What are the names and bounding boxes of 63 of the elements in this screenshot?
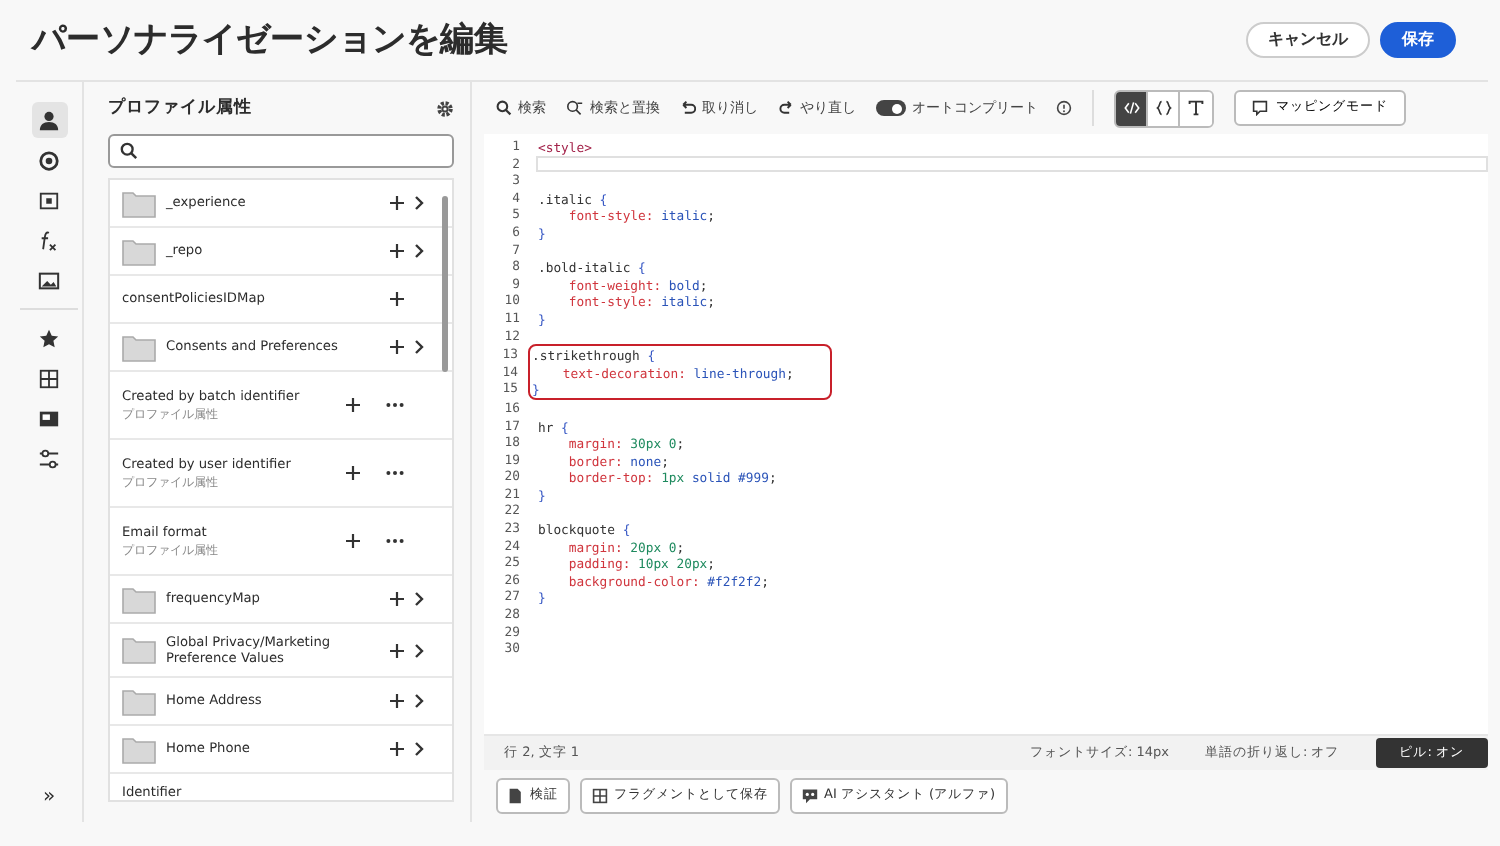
add-icon[interactable]	[346, 534, 360, 549]
sliders-icon	[38, 447, 60, 469]
folder-icon	[122, 189, 156, 218]
code-icon	[1123, 100, 1139, 116]
chevron-right-icon[interactable]	[414, 592, 424, 607]
search-icon	[496, 100, 512, 116]
document-icon	[508, 788, 524, 804]
search-icon	[120, 142, 138, 161]
card-icon	[38, 407, 60, 429]
folder-icon	[122, 687, 156, 716]
target-icon	[38, 149, 60, 171]
chat-icon	[802, 788, 818, 804]
settings-icon[interactable]	[436, 99, 454, 118]
redo-icon	[778, 100, 794, 116]
square-icon	[38, 189, 60, 211]
text-icon	[1188, 100, 1204, 116]
add-icon[interactable]	[390, 592, 404, 607]
braces-icon	[1155, 100, 1171, 116]
find-replace-icon	[566, 100, 584, 116]
help-icon[interactable]	[1056, 100, 1072, 116]
undo-icon	[680, 100, 696, 116]
autocomplete-switch[interactable]	[876, 100, 906, 116]
add-icon[interactable]	[390, 292, 404, 307]
star-icon	[38, 327, 60, 349]
scrollbar[interactable]	[442, 196, 448, 373]
add-icon[interactable]	[390, 244, 404, 259]
sidebar-tab[interactable]	[31, 102, 67, 138]
add-icon[interactable]	[346, 466, 360, 481]
grid-icon	[592, 788, 608, 804]
search-field[interactable]	[108, 134, 454, 169]
more-icon[interactable]	[386, 402, 404, 409]
add-icon[interactable]	[390, 196, 404, 211]
more-icon[interactable]	[386, 538, 404, 545]
cancel-button[interactable]: キャンセル	[1246, 22, 1370, 58]
panel-title: プロファイル属性	[108, 98, 252, 119]
add-icon[interactable]	[390, 694, 404, 709]
save-button[interactable]: 保存	[1380, 22, 1456, 58]
folder-icon	[122, 333, 156, 362]
chevron-right-icon[interactable]	[414, 694, 424, 709]
text-mode-button[interactable]	[1180, 91, 1212, 125]
code-mode-button[interactable]	[1116, 91, 1148, 125]
chevron-right-icon[interactable]	[414, 742, 424, 757]
add-icon[interactable]	[390, 643, 404, 658]
more-icon[interactable]	[386, 470, 404, 477]
chevron-right-icon[interactable]	[414, 340, 424, 355]
expand-button[interactable]: »	[16, 782, 82, 812]
chevron-right-icon[interactable]	[414, 643, 424, 658]
function-icon	[38, 229, 60, 251]
person-icon	[38, 109, 60, 131]
chevron-right-icon[interactable]	[414, 244, 424, 259]
chevron-right-icon[interactable]	[414, 196, 424, 211]
grid-icon	[38, 367, 60, 389]
comment-icon	[1252, 100, 1268, 116]
add-icon[interactable]	[346, 398, 360, 413]
page-title: パーソナライゼーションを編集	[32, 19, 508, 61]
add-icon[interactable]	[390, 742, 404, 757]
folder-icon	[122, 636, 156, 665]
add-icon[interactable]	[390, 340, 404, 355]
image-icon	[38, 269, 60, 291]
folder-icon	[122, 585, 156, 614]
braces-mode-button[interactable]	[1148, 91, 1180, 125]
folder-icon	[122, 735, 156, 764]
folder-icon	[122, 237, 156, 266]
